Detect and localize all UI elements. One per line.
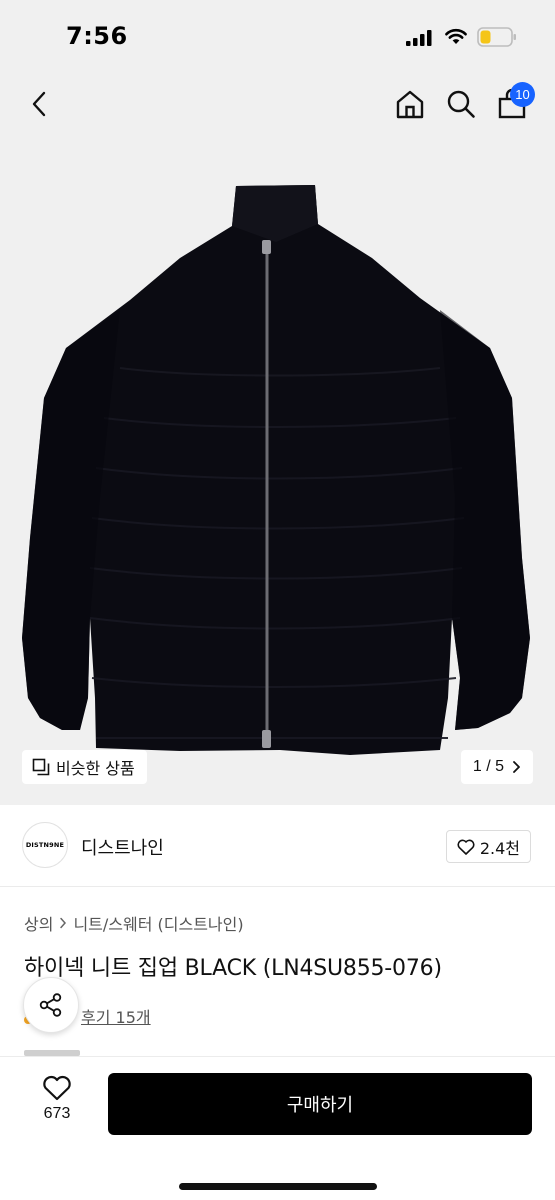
image-pager[interactable]: 1 / 5 (460, 750, 533, 784)
heart-icon (43, 1075, 71, 1101)
image-page-indicator: 1 / 5 (472, 758, 504, 775)
battery-icon (477, 27, 516, 47)
chevron-right-icon (60, 917, 67, 929)
status-bar: 7:56 (0, 0, 555, 72)
breadcrumb: 상의 니트/스웨터 (디스트나인) (24, 911, 244, 935)
back-button[interactable] (22, 86, 58, 122)
search-icon (447, 90, 475, 118)
cart-count-badge: 10 (510, 82, 535, 107)
top-navigation: 10 (0, 72, 555, 138)
buy-button-label: 구매하기 (286, 1095, 354, 1116)
buy-button[interactable]: 구매하기 (108, 1073, 532, 1135)
breadcrumb-subcategory[interactable]: 니트/스웨터 (디스트나인) (73, 911, 243, 935)
status-time: 7:56 (66, 22, 128, 50)
search-button[interactable] (443, 86, 479, 122)
similar-products-button[interactable]: 비슷한 상품 (22, 750, 147, 784)
cart-button[interactable]: 10 (494, 82, 535, 122)
wifi-icon (445, 29, 467, 44)
brand-name-link[interactable]: 디스트나인 (81, 834, 164, 860)
product-title: 하이넥 니트 집업 BLACK (LN4SU855-076) (24, 956, 442, 981)
brand-row: DISTN9NE 디스트나인 2.4천 (0, 805, 555, 887)
home-button[interactable] (392, 86, 428, 122)
brand-logo-text: DISTN9NE (25, 841, 65, 849)
chevron-right-icon (513, 761, 520, 773)
cellular-signal-icon (406, 30, 432, 46)
review-count-link[interactable]: 후기 15개 (81, 1004, 151, 1028)
share-icon (39, 993, 62, 1017)
home-indicator (179, 1183, 377, 1190)
brand-like-count: 2.4천 (479, 838, 520, 858)
similar-items-icon (32, 758, 50, 776)
brand-like-button[interactable]: 2.4천 (445, 830, 531, 863)
wishlist-count: 673 (43, 1105, 71, 1122)
home-icon (396, 90, 424, 119)
similar-products-label: 비슷한 상품 (56, 759, 135, 778)
wishlist-button[interactable]: 673 (24, 1075, 90, 1123)
product-image-carousel[interactable]: 비슷한 상품 1 / 5 (0, 138, 555, 805)
brand-logo[interactable]: DISTN9NE (22, 822, 68, 868)
back-icon (32, 91, 46, 117)
breadcrumb-category[interactable]: 상의 (24, 911, 53, 935)
share-button[interactable] (23, 977, 79, 1033)
heart-outline-icon (457, 839, 475, 855)
product-image (22, 185, 530, 755)
bottom-action-bar: 673 구매하기 (0, 1056, 555, 1200)
